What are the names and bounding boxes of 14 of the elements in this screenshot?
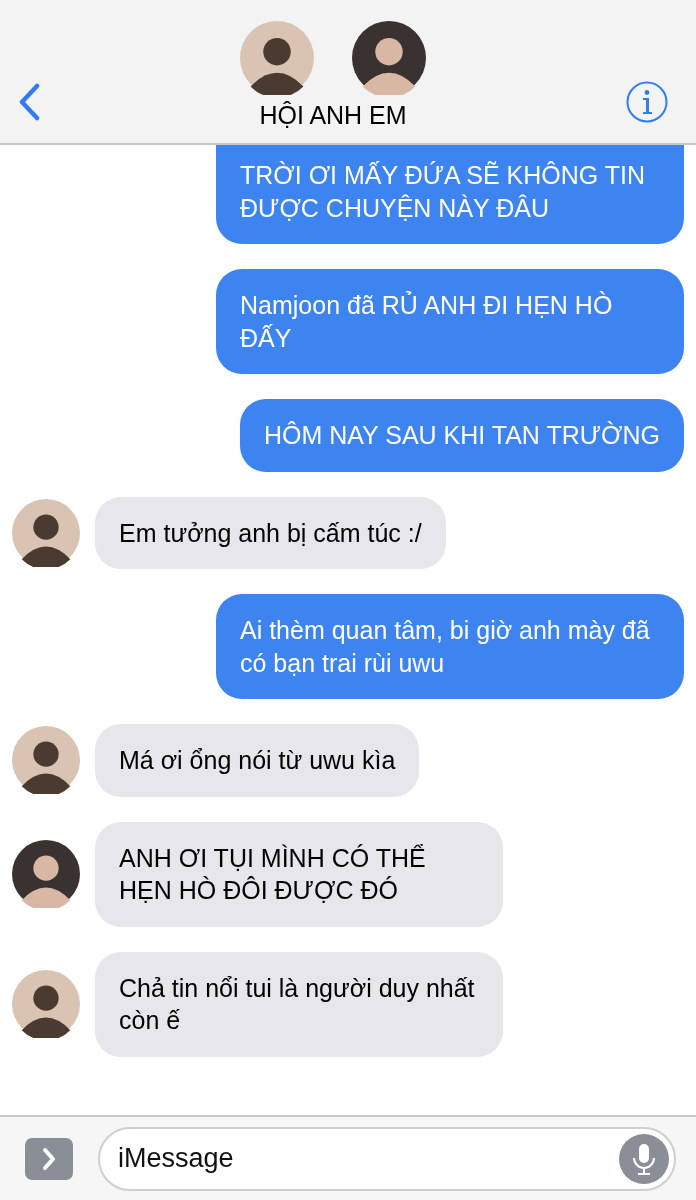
message-field[interactable]: iMessage [98, 1126, 676, 1191]
sent-message: TRỜI ƠI MẤY ĐỨA SẼ KHÔNG TIN ĐƯỢC CHUYỆN NÀY ĐÂU [216, 145, 684, 244]
sent-message: Namjoon đã RỦ ANH ĐI HẸN HÒ ĐẤY [216, 269, 684, 374]
sent-message: Ai thèm quan tâm, bi giờ anh mày đã có bạn trai rùi uwu [216, 594, 684, 699]
info-icon[interactable] [626, 80, 668, 123]
received-message: ANH ƠI TỤI MÌNH CÓ THỂ HẸN HÒ ĐÔI ĐƯỢC ĐÓ [95, 821, 503, 927]
expand-button[interactable] [25, 1137, 73, 1180]
received-message: Má ơi ổng nói từ uwu kìa [95, 724, 420, 797]
received-message: Chả tin nổi tui là người duy nhất còn ế [95, 951, 503, 1057]
received-message: Em tưởng anh bị cấm túc :/ [95, 496, 446, 569]
back-icon[interactable] [18, 82, 40, 121]
sent-message: HÔM NAY SAU KHI TAN TRƯỜNG [239, 399, 684, 472]
microphone-icon[interactable] [619, 1133, 669, 1184]
conversation-title: HỘI ANH EM [259, 101, 407, 130]
